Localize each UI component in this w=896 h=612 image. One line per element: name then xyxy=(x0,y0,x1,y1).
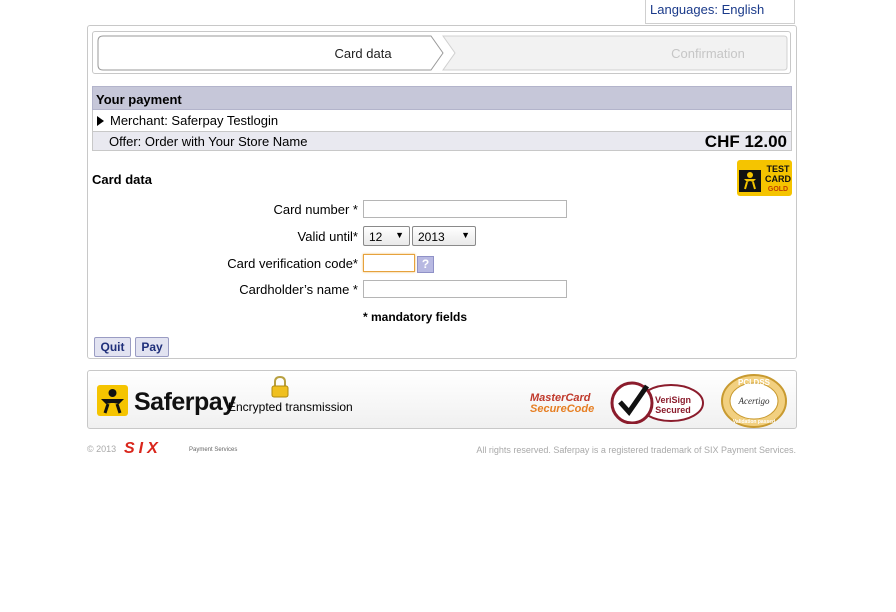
valid-year-select[interactable]: 2013 ▼ xyxy=(412,226,476,246)
expand-triangle-icon[interactable] xyxy=(97,116,104,126)
mandatory-note: * mandatory fields xyxy=(363,310,468,324)
test-card-gold-icon: TEST CARD GOLD xyxy=(737,160,792,196)
quit-button[interactable]: Quit xyxy=(94,337,131,357)
pci-dss-badge-icon: PCI DSS Acertigo Validation passed xyxy=(721,374,787,428)
merchant-row[interactable]: Merchant: Saferpay Testlogin xyxy=(92,110,792,131)
cvc-label: Card verification code* xyxy=(227,256,358,271)
valid-month-value: 12 xyxy=(369,230,383,244)
svg-text:Acertigo: Acertigo xyxy=(738,396,770,406)
offer-row: Offer: Order with Your Store Name CHF 12… xyxy=(92,131,792,151)
verisign-secured-icon: VeriSign Secured xyxy=(610,381,704,424)
card-number-input[interactable] xyxy=(363,200,567,218)
six-logo: SIX xyxy=(124,440,162,455)
question-icon[interactable]: ? xyxy=(417,256,434,273)
svg-text:Validation passed: Validation passed xyxy=(733,419,775,425)
saferpay-logo-icon xyxy=(97,385,128,416)
svg-text:SIX: SIX xyxy=(124,440,162,455)
saferpay-brand: Saferpay xyxy=(134,388,236,416)
cvc-input[interactable] xyxy=(363,254,415,272)
svg-text:TEST: TEST xyxy=(766,164,790,174)
svg-text:VeriSign: VeriSign xyxy=(655,395,691,405)
language-selector[interactable]: Languages: English xyxy=(645,0,795,24)
language-link[interactable]: Languages: English xyxy=(650,2,764,17)
amount: CHF 12.00 xyxy=(704,132,787,151)
progress-steps: Card data Confirmation xyxy=(92,31,791,74)
main-frame xyxy=(87,25,797,359)
card-data-title: Card data xyxy=(92,172,152,187)
valid-year-value: 2013 xyxy=(418,230,445,244)
merchant-text: Merchant: Saferpay Testlogin xyxy=(110,113,279,128)
rights-text: All rights reserved. Saferpay is a regis… xyxy=(476,445,796,455)
offer-text: Offer: Order with Your Store Name xyxy=(109,134,308,149)
valid-month-select[interactable]: 12 ▼ xyxy=(363,226,410,246)
valid-until-label: Valid until* xyxy=(297,229,358,244)
svg-text:PCI DSS: PCI DSS xyxy=(738,378,771,387)
step-card-data: Card data xyxy=(334,46,392,61)
pay-button[interactable]: Pay xyxy=(135,337,169,357)
payment-header: Your payment xyxy=(92,86,792,110)
svg-text:Secured: Secured xyxy=(655,405,691,415)
svg-text:GOLD: GOLD xyxy=(768,186,788,193)
securecode-logo-text: SecureCode xyxy=(530,403,595,415)
chevron-down-icon: ▼ xyxy=(461,230,470,240)
cardholder-name-label: Cardholder’s name * xyxy=(239,282,358,297)
lock-icon xyxy=(271,376,289,398)
encrypted-transmission-text: Encrypted transmission xyxy=(228,400,353,414)
step-confirmation: Confirmation xyxy=(671,46,745,61)
card-number-label: Card number * xyxy=(273,202,358,217)
payment-services-text: Payment Services xyxy=(189,447,238,453)
cardholder-name-input[interactable] xyxy=(363,280,567,298)
svg-text:CARD: CARD xyxy=(765,174,791,184)
copyright-text: © 2013 xyxy=(87,444,117,454)
chevron-down-icon: ▼ xyxy=(395,230,404,240)
